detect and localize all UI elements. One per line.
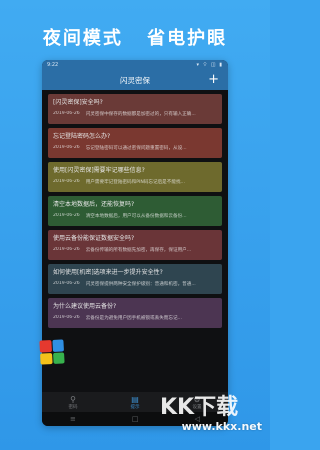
tip-question: 使用[闪灵密保]需要牢记哪些信息? xyxy=(53,167,145,174)
status-icons: ▾ ⌔ ◫ ▮ xyxy=(196,62,223,68)
tip-snippet: 闪灵密保中保存的数据都是加密过的，只有输入正确... xyxy=(85,112,196,117)
tip-card[interactable]: 忘记登陆密码怎么办? 2019-06-26 忘记登陆密码可以通过密保问题重置密码，… xyxy=(48,128,222,158)
tip-card[interactable]: 为什么建议使用云备份? 2019-06-26 云备份是为避免用户因手机被锁或丢失而… xyxy=(48,298,222,328)
status-time: 9:22 xyxy=(47,62,59,68)
tip-snippet: 清空本地数据后，用户可以从备份数据和云备份... xyxy=(85,214,187,219)
tip-question: [闪灵密保]安全吗? xyxy=(53,99,103,106)
tip-card[interactable]: 清空本地数据后，还能恢复吗? 2019-06-26 清空本地数据后，用户可以从备份… xyxy=(48,196,222,226)
tip-question: 为什么建议使用云备份? xyxy=(53,303,117,310)
phone-screen: 9:22 ▾ ⌔ ◫ ▮ 闪灵密保 + [闪灵密保]安全吗? 2019-06-2… xyxy=(42,60,228,426)
logo-tile xyxy=(39,340,52,353)
status-bar: 9:22 ▾ ⌔ ◫ ▮ xyxy=(42,60,228,70)
menu-icon[interactable]: ≡ xyxy=(70,415,76,423)
banner-night-mode: 夜间模式 xyxy=(42,28,123,49)
nav-label: 提示 xyxy=(130,404,140,410)
tip-snippet: 忘记登陆密码可以通过密保问题重置密码，从设... xyxy=(85,146,187,151)
tip-question: 清空本地数据后，还能恢复吗? xyxy=(53,201,135,208)
tip-snippet: 闪灵密保提供两种安全保护级别：普通和机密。普通... xyxy=(85,282,196,287)
tip-card[interactable]: [闪灵密保]安全吗? 2019-06-26 闪灵密保中保存的数据都是加密过的，只有… xyxy=(48,94,222,124)
logo-tile xyxy=(52,351,65,364)
person-icon: ⚲ xyxy=(70,394,76,404)
logo-tile xyxy=(40,352,53,365)
tip-date: 2019-06-26 xyxy=(53,179,80,184)
list-icon: ▤ xyxy=(131,394,139,404)
watermark-mark: KK下载 xyxy=(160,394,238,418)
add-icon[interactable]: + xyxy=(208,72,219,87)
nav-tips[interactable]: ▤ 提示 xyxy=(131,395,140,410)
tip-snippet: 云备份是为避免用户因手机被锁或丢失而忘记... xyxy=(85,316,182,321)
tip-date: 2019-06-26 xyxy=(53,315,80,320)
app-bar: 闪灵密保 + xyxy=(42,70,228,90)
tip-snippet: 用户需要牢记登陆密码和PIN码忘记后是不能找... xyxy=(85,180,185,185)
tip-date: 2019-06-26 xyxy=(53,213,80,218)
watermark-logo: KK下载 xyxy=(160,394,238,418)
promo-banner: 夜间模式 省电护眼 xyxy=(0,24,270,50)
app-logo xyxy=(39,339,65,365)
nav-label: 密码 xyxy=(68,404,78,410)
tip-question: 使用云备份能保证数据安全吗? xyxy=(53,235,135,242)
home-icon[interactable]: □ xyxy=(132,415,139,423)
tips-list: [闪灵密保]安全吗? 2019-06-26 闪灵密保中保存的数据都是加密过的，只有… xyxy=(42,90,228,328)
banner-eye-care: 省电护眼 xyxy=(147,28,228,49)
watermark-url: www.kkx.net xyxy=(181,420,262,433)
tip-date: 2019-06-26 xyxy=(53,247,80,252)
tip-date: 2019-06-26 xyxy=(53,281,80,286)
tip-card[interactable]: 如何使用[机密]选项来进一步提升安全性? 2019-06-26 闪灵密保提供两种安… xyxy=(48,264,222,294)
nav-passwords[interactable]: ⚲ 密码 xyxy=(69,395,78,410)
logo-tile xyxy=(51,339,64,352)
tip-card[interactable]: 使用云备份能保证数据安全吗? 2019-06-26 云备份传输的所有数据先加密，再… xyxy=(48,230,222,260)
tip-question: 如何使用[机密]选项来进一步提升安全性? xyxy=(53,269,163,276)
app-title: 闪灵密保 xyxy=(120,75,150,85)
tip-card[interactable]: 使用[闪灵密保]需要牢记哪些信息? 2019-06-26 用户需要牢记登陆密码和P… xyxy=(48,162,222,192)
tip-date: 2019-06-26 xyxy=(53,111,80,116)
tip-date: 2019-06-26 xyxy=(53,145,80,150)
tip-question: 忘记登陆密码怎么办? xyxy=(53,133,111,140)
tip-snippet: 云备份传输的所有数据先加密，再保存，保证用户... xyxy=(85,248,192,253)
